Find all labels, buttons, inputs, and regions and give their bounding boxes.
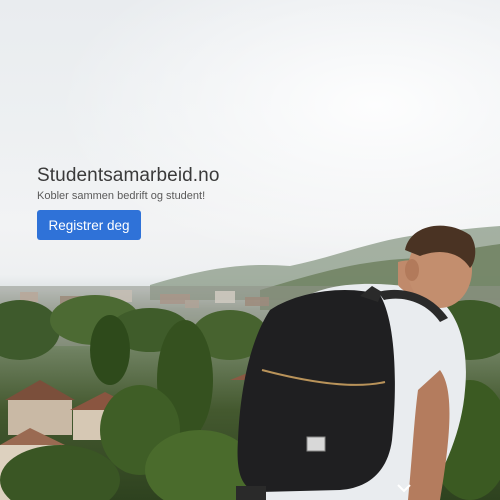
site-tagline: Kobler sammen bedrift og student!: [37, 190, 206, 202]
chevron-down-icon[interactable]: [396, 482, 412, 494]
backpack-label: [306, 436, 326, 452]
site-title: Studentsamarbeid.no: [37, 165, 220, 186]
register-button[interactable]: Registrer deg: [37, 210, 141, 240]
brand-block: Studentsamarbeid.no Kobler sammen bedrif…: [37, 165, 220, 202]
hero-photo-illustration: [0, 225, 500, 500]
hero-background: [0, 0, 500, 500]
